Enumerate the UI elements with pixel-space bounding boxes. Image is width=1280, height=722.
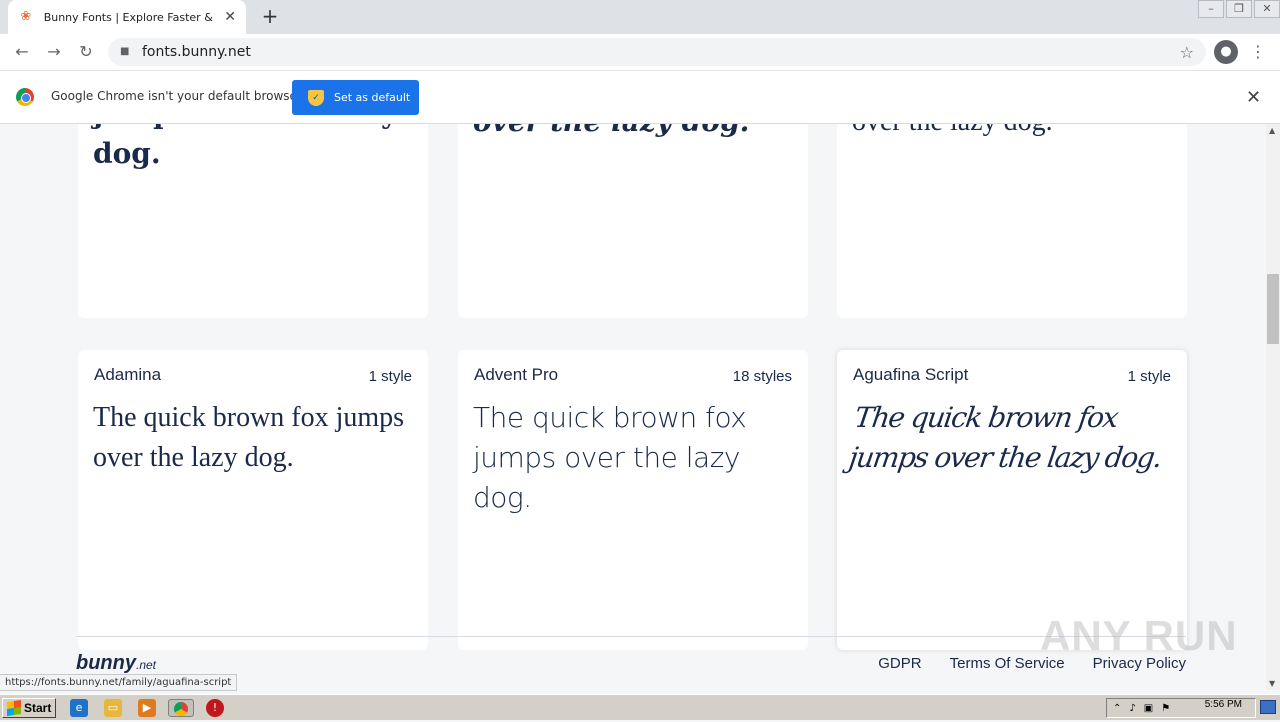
logo-text: bunny xyxy=(76,652,136,674)
font-sample: The quick brown fox jumps over the lazy … xyxy=(846,401,1164,474)
font-sample: The quick brown fox jumps over the lazy … xyxy=(473,401,747,514)
font-name: Adamina xyxy=(94,365,162,384)
back-button[interactable]: ← xyxy=(10,40,34,64)
font-style-count: 18 styles xyxy=(732,368,792,385)
site-footer: bunny.net GDPR Terms Of Service Privacy … xyxy=(76,636,1186,690)
scroll-thumb[interactable] xyxy=(1267,274,1279,344)
set-as-default-label: Set as default xyxy=(334,91,411,104)
taskbar-clock[interactable]: 5:56 PM xyxy=(1205,699,1242,710)
anyrun-watermark: ANY RUN xyxy=(1040,612,1238,659)
windows-logo-icon xyxy=(7,700,21,716)
minimize-button[interactable]: – xyxy=(1198,0,1224,18)
font-card-adamina[interactable]: Adamina 1 style The quick brown fox jump… xyxy=(78,350,428,650)
volume-icon[interactable]: ♪ xyxy=(1129,703,1135,714)
uac-shield-icon: ✓ xyxy=(308,89,324,106)
reload-button[interactable]: ↻ xyxy=(74,40,98,64)
new-tab-button[interactable]: + xyxy=(258,4,282,28)
font-card[interactable]: over the lazy dog. xyxy=(458,124,808,318)
browser-toolbar: ← → ↻ ■ fonts.bunny.net ☆ ● ⋮ xyxy=(0,34,1280,70)
window-controls: – ❐ ✕ xyxy=(1196,0,1280,18)
windows-taskbar: Start e ▭ ▶ ! ⌃ ♪ ▣ ⚑ 5:56 PM xyxy=(0,694,1280,720)
page-content: jumps over the lazy dog. over the lazy d… xyxy=(0,124,1266,690)
footer-link-gdpr[interactable]: GDPR xyxy=(878,655,921,672)
show-desktop-icon[interactable] xyxy=(1260,700,1276,714)
file-explorer-icon[interactable]: ▭ xyxy=(104,699,122,717)
bunny-logo[interactable]: bunny.net xyxy=(76,652,156,675)
font-style-count: 1 style xyxy=(368,368,412,385)
lock-icon: ■ xyxy=(120,46,130,57)
account-icon[interactable]: ● xyxy=(1214,40,1238,64)
font-card[interactable]: over the lazy dog. xyxy=(837,124,1187,318)
scroll-down-icon[interactable]: ▼ xyxy=(1269,679,1275,688)
url-text: fonts.bunny.net xyxy=(142,44,251,60)
scroll-up-icon[interactable]: ▲ xyxy=(1269,126,1275,135)
default-browser-infobar: Google Chrome isn't your default browser… xyxy=(0,70,1280,124)
set-as-default-button[interactable]: ✓ Set as default xyxy=(292,80,419,115)
font-style-count: 1 style xyxy=(1127,368,1171,385)
bookmark-star-icon[interactable]: ☆ xyxy=(1180,43,1194,62)
page-scrollbar[interactable]: ▲ ▼ xyxy=(1266,124,1280,690)
font-sample: over the lazy dog. xyxy=(852,124,1172,142)
infobar-message: Google Chrome isn't your default browser xyxy=(51,89,302,103)
chrome-logo-icon xyxy=(16,88,34,106)
font-card-aguafina-script[interactable]: Aguafina Script 1 style The quick brown … xyxy=(837,350,1187,650)
infobar-close-icon[interactable]: ✕ xyxy=(1246,87,1261,108)
internet-explorer-icon[interactable]: e xyxy=(70,699,88,717)
tab-bar: ❀ Bunny Fonts | Explore Faster & GDPR ✕ … xyxy=(0,0,1280,34)
bunny-favicon-icon: ❀ xyxy=(20,9,32,24)
media-player-icon[interactable]: ▶ xyxy=(138,699,156,717)
close-window-button[interactable]: ✕ xyxy=(1254,0,1280,18)
tray-expand-icon[interactable]: ⌃ xyxy=(1113,703,1121,714)
start-label: Start xyxy=(24,701,52,715)
opera-icon[interactable]: ! xyxy=(206,699,224,717)
logo-suffix: .net xyxy=(136,658,157,672)
font-sample: The quick brown fox jumps over the lazy … xyxy=(93,402,405,473)
font-sample: jumps over the lazy dog. xyxy=(93,124,397,170)
network-icon[interactable]: ▣ xyxy=(1144,703,1153,714)
forward-button[interactable]: → xyxy=(42,40,66,64)
chrome-taskbar-icon[interactable] xyxy=(168,699,194,717)
tab-title: Bunny Fonts | Explore Faster & GDPR xyxy=(43,10,217,24)
address-bar[interactable]: ■ fonts.bunny.net ☆ xyxy=(108,38,1206,66)
font-name: Advent Pro xyxy=(474,365,559,384)
tab-close-icon[interactable]: ✕ xyxy=(224,9,236,25)
font-card-advent-pro[interactable]: Advent Pro 18 styles The quick brown fox… xyxy=(458,350,808,650)
browser-tab[interactable]: ❀ Bunny Fonts | Explore Faster & GDPR ✕ xyxy=(8,0,246,34)
font-card[interactable]: jumps over the lazy dog. xyxy=(78,124,428,318)
start-button[interactable]: Start xyxy=(2,698,56,718)
status-bar-url: https://fonts.bunny.net/family/aguafina-… xyxy=(0,674,238,691)
restore-button[interactable]: ❐ xyxy=(1226,0,1252,18)
font-name: Aguafina Script xyxy=(853,365,969,384)
font-sample: over the lazy dog. xyxy=(473,124,793,142)
menu-icon[interactable]: ⋮ xyxy=(1248,40,1268,64)
flag-icon[interactable]: ⚑ xyxy=(1161,703,1170,714)
